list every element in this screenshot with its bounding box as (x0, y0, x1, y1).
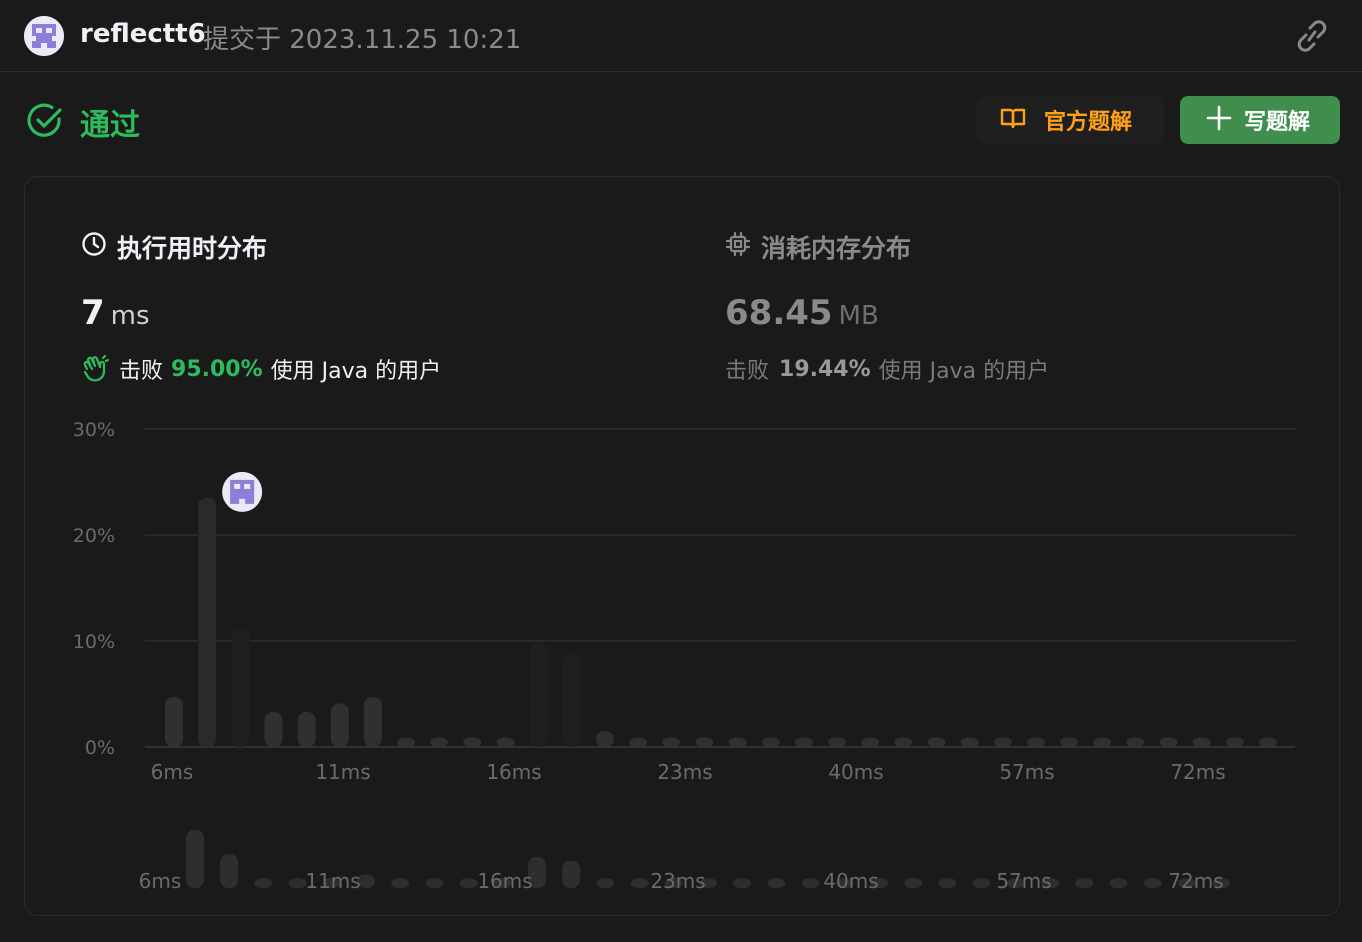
chart-bar (297, 712, 316, 747)
chart-bar (330, 703, 349, 747)
book-icon (1000, 106, 1026, 134)
chart-bar (463, 737, 482, 747)
chart-bar (1192, 737, 1211, 747)
submission-time: 提交于 2023.11.25 10:21 (203, 25, 522, 55)
avatar-pattern-eye (244, 483, 251, 489)
chart-bar (794, 737, 813, 747)
overview-x-tick-label: 72ms (1168, 869, 1223, 893)
overview-x-tick-label: 40ms (823, 869, 878, 893)
overview-bar (767, 878, 786, 888)
overview-bar (425, 878, 444, 888)
overview-bar (254, 878, 273, 888)
chart-bar (1259, 737, 1277, 747)
overview-bar (938, 878, 957, 888)
username[interactable]: reflectt6 (80, 19, 206, 49)
overview-bar (904, 878, 923, 888)
chart-bar (496, 737, 515, 747)
y-tick-label: 0% (85, 737, 115, 759)
user-avatar[interactable] (24, 16, 64, 56)
chart-bar (1060, 737, 1079, 747)
chart-bar (595, 731, 614, 747)
x-tick-label: 11ms (315, 760, 370, 784)
chart-bar (960, 737, 979, 747)
overview-bar (733, 878, 752, 888)
chart-bar (231, 628, 250, 747)
overview-bar (630, 878, 649, 888)
x-tick-label: 72ms (1170, 760, 1225, 784)
x-tick-label: 40ms (828, 760, 883, 784)
chart-bar (562, 652, 581, 747)
plus-icon (1206, 105, 1232, 135)
submission-header: reflectt6 提交于 2023.11.25 10:21 (0, 0, 1362, 72)
chart-bar (828, 737, 847, 747)
y-tick-label: 20% (73, 525, 115, 547)
write-solution-label: 写题解 (1244, 110, 1311, 135)
overview-x-tick-label: 23ms (650, 869, 705, 893)
overview-x-tick-label: 16ms (477, 869, 532, 893)
runtime-distribution-chart[interactable]: 0% 10% 20% 30% 6ms 11ms 16ms 23ms 40ms 57ms 72ms 6m… (25, 177, 1341, 917)
overview-bar (801, 878, 820, 888)
chart-bar (198, 497, 217, 747)
x-tick-label: 23ms (657, 760, 712, 784)
chart-bar (397, 737, 416, 747)
chart-bar (927, 737, 946, 747)
status-label: 通过 (80, 108, 140, 143)
overview-bar (562, 860, 581, 888)
check-circle-icon (26, 102, 64, 140)
avatar-pattern-eye (234, 483, 241, 489)
chart-bar (728, 737, 747, 747)
chart-bar (894, 737, 913, 747)
chart-bar (1093, 737, 1112, 747)
chart-bar (165, 697, 183, 747)
chart-bar (1126, 737, 1145, 747)
chart-bar (1159, 737, 1178, 747)
chart-bar (363, 697, 382, 747)
overview-x-tick-label: 6ms (139, 869, 182, 893)
y-tick-label: 30% (73, 419, 115, 441)
y-tick-label: 10% (73, 631, 115, 653)
chart-bar (695, 737, 714, 747)
result-card: 执行用时分布 7 ms 击败 95.00% 使用 Java 的用户 消耗内存分布… (24, 176, 1340, 916)
chart-bar (761, 737, 780, 747)
x-tick-label: 16ms (486, 760, 541, 784)
chart-bar (1225, 737, 1244, 747)
chart-bar (430, 737, 449, 747)
link-icon[interactable] (1292, 18, 1332, 54)
overview-bar (596, 878, 615, 888)
chart-bar (529, 643, 548, 747)
overview-bar (288, 878, 307, 888)
overview-bar (1075, 878, 1094, 888)
overview-bar (459, 878, 478, 888)
x-tick-label: 57ms (999, 760, 1054, 784)
overview-bar (972, 878, 991, 888)
chart-bar (1026, 737, 1045, 747)
overview-bar (1109, 878, 1128, 888)
overview-x-tick-label: 57ms (996, 869, 1051, 893)
write-solution-button[interactable]: 写题解 (1180, 96, 1340, 144)
chart-bar (662, 737, 681, 747)
avatar-pattern-mouth (239, 498, 246, 504)
x-tick-label: 6ms (151, 760, 194, 784)
overview-bar (186, 829, 204, 888)
overview-bar (220, 854, 239, 888)
chart-bar (264, 712, 283, 747)
official-solution-label: 官方题解 (1044, 110, 1133, 135)
overview-bar (391, 878, 410, 888)
overview-bar (1143, 878, 1162, 888)
status-row: 通过 官方题解 写题解 (0, 72, 1362, 172)
chart-bar (861, 737, 880, 747)
official-solution-button[interactable]: 官方题解 (976, 96, 1164, 144)
chart-bar (629, 737, 648, 747)
overview-x-tick-label: 11ms (305, 869, 360, 893)
chart-bar (993, 737, 1012, 747)
